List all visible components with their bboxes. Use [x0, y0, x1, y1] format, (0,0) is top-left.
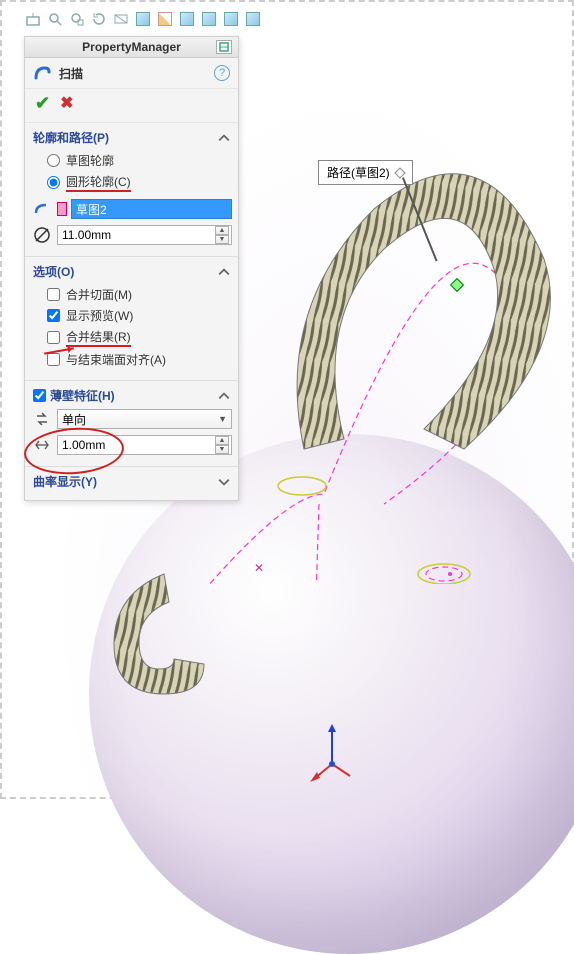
feature-name: 扫描 — [59, 65, 83, 82]
thin-direction-select[interactable]: 单向 ▼ — [57, 409, 232, 429]
curvature-header[interactable]: 曲率显示(Y) — [25, 471, 238, 492]
ok-button[interactable]: ✔ — [35, 93, 50, 114]
spin-up-button[interactable]: ▲ — [215, 436, 229, 445]
diameter-input[interactable]: 11.00mm ▲ ▼ — [57, 225, 232, 245]
cancel-button[interactable]: ✖ — [60, 93, 73, 114]
options-section: 选项(O) 合并切面(M) 显示预览(W) 合并结果(R) — [25, 257, 238, 381]
radio-circular-profile[interactable]: 圆形轮廓(C) — [47, 171, 232, 194]
view-toolbar — [24, 10, 262, 28]
curvature-section: 曲率显示(Y) — [25, 467, 238, 500]
view-iso3-icon[interactable] — [222, 10, 240, 28]
display-style-icon[interactable] — [134, 10, 152, 28]
chevron-down-icon — [218, 476, 230, 488]
options-header[interactable]: 选项(O) — [25, 261, 238, 282]
selection-filter-icon[interactable] — [57, 202, 67, 216]
edit-appearance-icon[interactable] — [156, 10, 174, 28]
thin-thickness-row: 1.00mm ▲ ▼ — [25, 432, 238, 458]
zoom-area-icon[interactable] — [68, 10, 86, 28]
path-slot-icon — [31, 201, 53, 217]
chevron-up-icon — [218, 390, 230, 402]
graphics-viewport[interactable]: ✕ 路径(草图2) — [4, 4, 570, 795]
ok-cancel-row: ✔ ✖ — [25, 89, 238, 123]
radio-sketch-profile[interactable]: 草图轮廓 — [47, 150, 232, 171]
thin-direction-row: 单向 ▼ — [25, 406, 238, 432]
section-view-icon[interactable] — [112, 10, 130, 28]
thickness-input[interactable]: 1.00mm ▲ ▼ — [57, 435, 232, 455]
thin-feature-section: 薄壁特征(H) 单向 ▼ 1.00mm ▲ — [25, 381, 238, 467]
check-merge-tangent[interactable]: 合并切面(M) — [47, 284, 232, 305]
pin-panel-button[interactable] — [216, 40, 232, 54]
feature-title-row: 扫描 ? — [25, 58, 238, 89]
view-front-icon[interactable] — [24, 10, 42, 28]
check-show-preview[interactable]: 显示预览(W) — [47, 305, 232, 326]
chevron-up-icon — [218, 132, 230, 144]
rotate-view-icon[interactable] — [90, 10, 108, 28]
spin-down-button[interactable]: ▼ — [215, 235, 229, 244]
callout-label: 路径(草图2) — [327, 164, 390, 181]
profile-path-section: 轮廓和路径(P) 草图轮廓 圆形轮廓(C) 草图2 — [25, 123, 238, 257]
zoom-fit-icon[interactable] — [46, 10, 64, 28]
thin-feature-checkbox[interactable] — [33, 389, 46, 402]
diameter-row: 11.00mm ▲ ▼ — [25, 222, 238, 248]
sweep-preview-secondary — [104, 564, 224, 707]
property-manager-panel: PropertyManager 扫描 ? ✔ ✖ 轮廓和路径(P) — [24, 36, 239, 501]
panel-header: PropertyManager — [25, 37, 238, 58]
path-selection-field[interactable]: 草图2 — [71, 199, 232, 219]
diameter-icon — [31, 226, 53, 244]
origin-triad[interactable] — [312, 724, 352, 787]
spin-down-button[interactable]: ▼ — [215, 445, 229, 454]
sweep-preview-main — [284, 149, 564, 472]
panel-title: PropertyManager — [82, 40, 181, 54]
path-selection-row: 草图2 — [25, 196, 238, 222]
reverse-direction-icon[interactable] — [31, 410, 53, 428]
spin-up-button[interactable]: ▲ — [215, 226, 229, 235]
sweep-feature-icon — [33, 64, 51, 82]
profile-path-header[interactable]: 轮廓和路径(P) — [25, 127, 238, 148]
path-callout[interactable]: 路径(草图2) — [318, 160, 413, 185]
view-iso4-icon[interactable] — [244, 10, 262, 28]
thickness-icon — [31, 436, 53, 454]
view-iso2-icon[interactable] — [200, 10, 218, 28]
help-button[interactable]: ? — [214, 65, 230, 81]
thin-feature-header[interactable]: 薄壁特征(H) — [25, 385, 238, 406]
view-iso1-icon[interactable] — [178, 10, 196, 28]
dropdown-arrow-icon: ▼ — [218, 414, 227, 424]
chevron-up-icon — [218, 266, 230, 278]
